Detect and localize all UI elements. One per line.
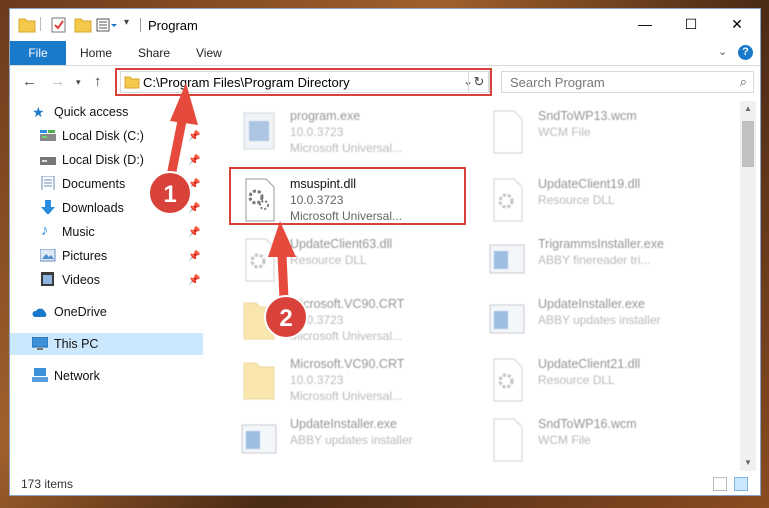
arrow-to-file <box>268 221 296 304</box>
callout-1: 1 <box>148 171 192 215</box>
arrow-to-address-bar <box>165 83 198 186</box>
explorer-window: ▾ Program — ☐ ✕ File Home Share View ⌄ ?… <box>9 8 761 496</box>
annotation-arrows <box>165 83 296 304</box>
callout-2: 2 <box>264 295 308 339</box>
